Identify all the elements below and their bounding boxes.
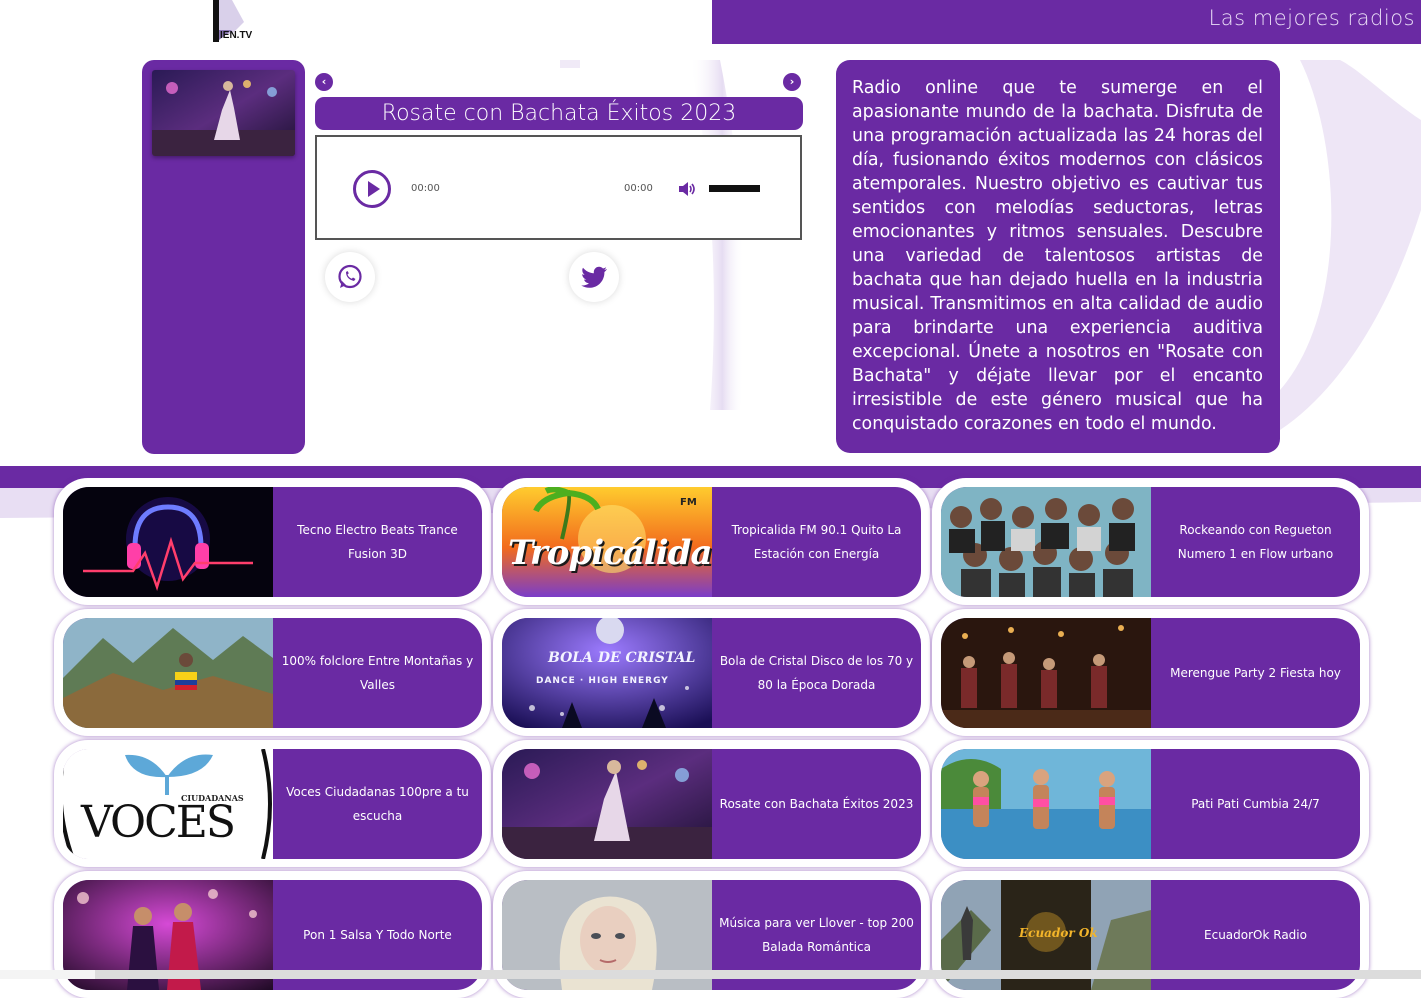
station-card[interactable]: BOLA DE CRISTAL DANCE · HIGH ENERGY Bola… bbox=[493, 609, 930, 736]
station-name: Bola de Cristal Disco de los 70 y 80 la … bbox=[719, 654, 914, 692]
station-name: Rockeando con Regueton Numero 1 en Flow … bbox=[1177, 523, 1334, 561]
top-banner: Las mejores radios bbox=[712, 0, 1421, 44]
station-card[interactable]: Rosate con Bachata Éxitos 2023 bbox=[493, 740, 930, 867]
twitter-icon bbox=[581, 266, 607, 288]
volume-icon[interactable] bbox=[678, 181, 698, 197]
site-logo[interactable]: IEN.TV bbox=[210, 0, 262, 44]
next-station-button[interactable]: › bbox=[783, 73, 801, 91]
station-thumbnail bbox=[941, 749, 1151, 859]
logo-text: IEN.TV bbox=[220, 30, 253, 41]
station-card[interactable]: Rockeando con Regueton Numero 1 en Flow … bbox=[932, 478, 1369, 605]
station-card[interactable]: Tecno Electro Beats Trance Fusion 3D bbox=[54, 478, 491, 605]
station-logo-subtext: DANCE · HIGH ENERGY bbox=[536, 676, 669, 686]
station-thumbnail bbox=[63, 618, 273, 728]
duration: 00:00 bbox=[624, 183, 653, 194]
station-name: Voces Ciudadanas 100pre a tu escucha bbox=[286, 785, 469, 823]
station-logo-text: VOCES bbox=[81, 797, 236, 848]
scrollbar-thumb[interactable] bbox=[0, 970, 95, 979]
station-logo-text: Ecuador Ok bbox=[1019, 926, 1098, 940]
station-card[interactable]: 100% folclore Entre Montañas y Valles bbox=[54, 609, 491, 736]
station-card[interactable]: Pati Pati Cumbia 24/7 bbox=[932, 740, 1369, 867]
station-thumbnail bbox=[63, 487, 273, 597]
whatsapp-share-button[interactable] bbox=[325, 252, 375, 302]
station-description-panel: Radio online que te sumerge en el apasio… bbox=[836, 60, 1280, 453]
station-card[interactable]: CIUDADANAS VOCES Voces Ciudadanas 100pre… bbox=[54, 740, 491, 867]
station-thumbnail: BOLA DE CRISTAL DANCE · HIGH ENERGY bbox=[502, 618, 712, 728]
station-thumbnail bbox=[941, 487, 1151, 597]
station-name: Pati Pati Cumbia 24/7 bbox=[1191, 797, 1320, 811]
station-logo-text: BOLA DE CRISTAL bbox=[548, 650, 696, 666]
audio-player: 00:00 00:00 bbox=[315, 135, 802, 240]
station-card[interactable]: FM Tropicálida Tropicalida FM 90.1 Quito… bbox=[493, 478, 930, 605]
station-logo-text: Tropicálida bbox=[508, 533, 712, 573]
tagline: Las mejores radios bbox=[1208, 6, 1415, 30]
previous-station-button[interactable]: ‹ bbox=[315, 73, 333, 91]
station-thumbnail bbox=[502, 749, 712, 859]
station-thumbnail bbox=[941, 618, 1151, 728]
station-thumbnail: FM Tropicálida bbox=[502, 487, 712, 597]
station-name: Tropicalida FM 90.1 Quito La Estación co… bbox=[731, 523, 902, 561]
station-logo-badge: FM bbox=[680, 497, 697, 508]
station-name: Tecno Electro Beats Trance Fusion 3D bbox=[297, 523, 458, 561]
station-card[interactable]: Merengue Party 2 Fiesta hoy bbox=[932, 609, 1369, 736]
station-name: Merengue Party 2 Fiesta hoy bbox=[1170, 666, 1341, 680]
volume-slider[interactable] bbox=[709, 185, 760, 192]
station-title: Rosate con Bachata Éxitos 2023 bbox=[315, 97, 803, 130]
horizontal-scrollbar[interactable] bbox=[0, 970, 1421, 979]
background-swoosh-right bbox=[1280, 60, 1421, 430]
current-time: 00:00 bbox=[411, 183, 440, 194]
station-thumbnail: CIUDADANAS VOCES bbox=[63, 749, 273, 859]
play-icon bbox=[353, 170, 391, 208]
station-description: Radio online que te sumerge en el apasio… bbox=[852, 78, 1263, 434]
station-sidebar bbox=[142, 60, 305, 454]
current-station-thumbnail[interactable] bbox=[152, 70, 295, 156]
twitter-share-button[interactable] bbox=[569, 252, 619, 302]
station-name: 100% folclore Entre Montañas y Valles bbox=[281, 654, 474, 692]
station-name: Rosate con Bachata Éxitos 2023 bbox=[719, 797, 914, 811]
whatsapp-icon bbox=[338, 264, 362, 289]
play-button[interactable] bbox=[353, 170, 391, 208]
